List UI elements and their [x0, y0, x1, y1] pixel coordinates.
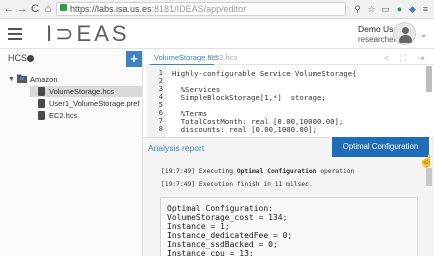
log-text: operation	[316, 168, 355, 175]
tree-file-item[interactable]: User1_VolumeStorage.pref	[49, 99, 139, 108]
lock-icon	[60, 4, 67, 11]
folder-icon	[17, 74, 27, 83]
browser-menu-icon[interactable]: ≡	[420, 4, 431, 15]
result-line: Optimal Configuration:	[167, 204, 273, 213]
code-line: TotalCostMonth: real [0.00,10000.00];	[172, 117, 344, 126]
result-line: Instance_dedicatedFee = 0;	[167, 231, 293, 240]
code-line: Highly-configurable Service VolumeStorag…	[172, 69, 357, 78]
fullscreen-icon[interactable]: ⛶	[400, 53, 406, 63]
extension-icon[interactable]: ●	[394, 4, 405, 15]
code-line: SimpleBlockStorage[1,*] storage;	[172, 93, 326, 102]
analysis-scrollbar[interactable]	[426, 168, 432, 186]
extension2-icon[interactable]: ◆	[407, 4, 418, 15]
code-line: discounts: real [0.00,1000.00];	[172, 126, 317, 133]
analysis-title: Analysis report	[148, 143, 205, 153]
zoom-icon[interactable]: ⚲	[352, 4, 363, 15]
forward-icon[interactable]: →	[15, 2, 29, 16]
reload-icon[interactable]: C	[28, 2, 42, 16]
url-path: :8181/IDEAS/app/editor	[151, 4, 247, 14]
file-icon	[38, 111, 45, 120]
tree-folder-label[interactable]: Amazon	[30, 75, 58, 84]
url-secure: https://labs.isa.us.es	[70, 4, 152, 14]
add-file-button[interactable]: +	[126, 51, 142, 67]
log-operation: Optimal Configuration	[236, 168, 317, 175]
tree-file-item[interactable]: VolumeStorage.hcs	[49, 87, 114, 96]
log-time: [19:7:49]	[161, 181, 196, 188]
result-line: Instance_ssdBacked = 0;	[167, 240, 278, 249]
app-logo: I⊃EAS	[46, 21, 130, 46]
tree-file-item[interactable]: EC2.hcs	[49, 111, 77, 120]
tab-ec2[interactable]: EC2.hcs	[209, 53, 237, 63]
file-icon	[38, 87, 45, 96]
url-text: https://labs.isa.us.es:8181/IDEAS/app/ed…	[70, 3, 246, 15]
optimal-configuration-button[interactable]: Optimal Configuration	[332, 137, 429, 157]
log-text: Execution finish in 11 milsec.	[198, 181, 313, 188]
share-icon[interactable]: <	[384, 53, 389, 63]
user-avatar-icon[interactable]	[393, 22, 416, 45]
log-line: [19:7:49] Executing Optimal Configuratio…	[161, 168, 354, 176]
back-icon[interactable]: ←	[2, 2, 16, 16]
chevron-down-icon[interactable]: ⌄	[420, 29, 428, 40]
editor-scrollbar[interactable]	[426, 66, 432, 92]
menu-icon[interactable]	[8, 28, 22, 40]
user-role: researcher	[358, 35, 397, 44]
log-time: [19:7:49]	[161, 168, 196, 175]
expand-caret-icon[interactable]: ▼	[8, 76, 15, 83]
pointer-cursor-icon: ☝	[419, 154, 434, 168]
section-label: HCS	[8, 53, 28, 63]
cast-icon[interactable]: ▭	[380, 4, 391, 15]
file-icon	[38, 99, 45, 108]
result-line: Instance_cpu = 13;	[167, 249, 254, 256]
log-text: Executing	[198, 168, 237, 175]
star-icon[interactable]: ☆	[366, 4, 377, 15]
line-number: 8	[158, 125, 163, 133]
result-line: Instance = 1;	[167, 222, 230, 231]
settings-icon[interactable]	[27, 55, 34, 62]
export-icon[interactable]: ⇥	[417, 53, 425, 63]
log-line: [19:7:49] Execution finish in 11 milsec.	[161, 181, 313, 189]
home-icon[interactable]: ⌂	[41, 2, 55, 16]
result-line: VolumeStorage_cost = 134;	[167, 213, 288, 222]
active-tab-indicator	[150, 64, 214, 65]
